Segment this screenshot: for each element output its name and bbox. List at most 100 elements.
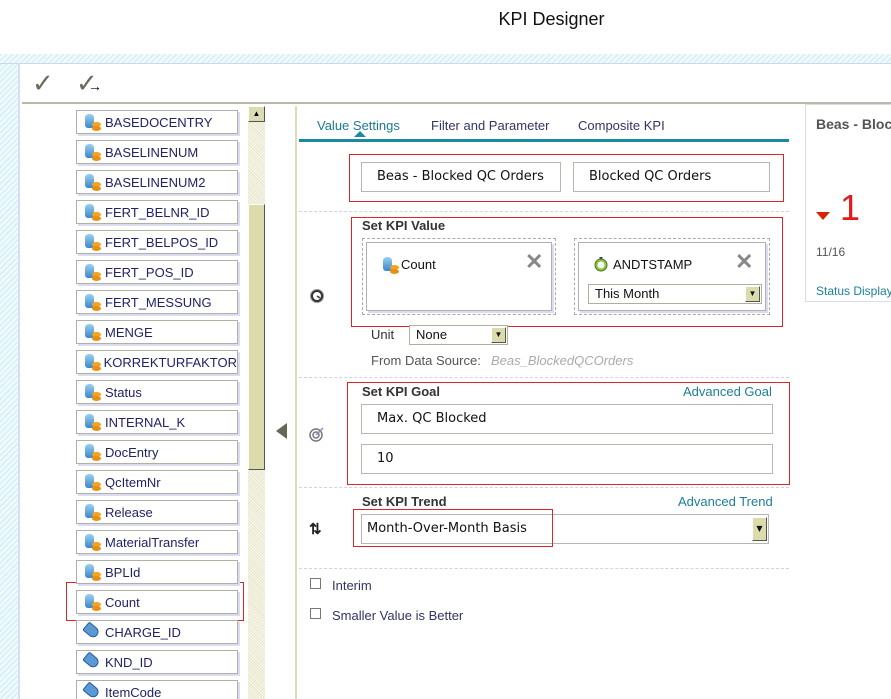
field-label: BASELINENUM2 xyxy=(105,174,206,190)
field-item[interactable]: DocEntry xyxy=(76,440,238,464)
measure-icon xyxy=(83,263,103,281)
measure-icon xyxy=(83,173,103,191)
trend-arrows-icon: ⇅ xyxy=(309,521,322,538)
unit-value: None xyxy=(416,327,448,342)
measure-drop-zone[interactable]: Count ✕ xyxy=(362,238,556,315)
tag-icon xyxy=(82,651,103,671)
measure-icon xyxy=(381,256,401,274)
field-item[interactable]: BPLId xyxy=(76,560,238,584)
field-item[interactable]: FERT_BELPOS_ID xyxy=(76,230,238,254)
field-item[interactable]: BASELINENUM2 xyxy=(76,170,238,194)
field-item[interactable]: MaterialTransfer xyxy=(76,530,238,554)
tag-icon xyxy=(82,621,103,641)
field-item[interactable]: CHARGE_ID xyxy=(76,620,238,644)
unit-label: Unit xyxy=(371,327,395,342)
field-item[interactable]: QcItemNr xyxy=(76,470,238,494)
section-divider xyxy=(299,377,789,378)
field-item[interactable]: FERT_BELNR_ID xyxy=(76,200,238,224)
remove-time-icon[interactable]: ✕ xyxy=(735,249,753,275)
goal-name-input[interactable]: Max. QC Blocked xyxy=(361,404,773,434)
preview-value: 1 xyxy=(840,187,861,228)
interim-checkbox[interactable] xyxy=(310,578,321,589)
interim-label: Interim xyxy=(332,578,372,593)
preview-date: 11/16 xyxy=(816,245,846,259)
field-item[interactable]: FERT_POS_ID xyxy=(76,260,238,284)
measure-name: Count xyxy=(401,257,436,272)
time-period-value: This Month xyxy=(595,286,660,301)
field-item[interactable]: FERT_MESSUNG xyxy=(76,290,238,314)
confirm-button[interactable]: ✓ xyxy=(32,68,54,99)
field-list: BASEDOCENTRY BASELINENUM BASELINENUM2 FERT_… xyxy=(22,106,248,699)
tab-composite-kpi[interactable]: Composite KPI xyxy=(578,118,665,133)
tab-filter-and-parameter[interactable]: Filter and Parameter xyxy=(431,118,550,133)
field-label: Release xyxy=(105,504,153,520)
measure-icon xyxy=(83,593,103,611)
toolbar: ✓ ✓ → xyxy=(22,64,891,104)
advanced-trend-link[interactable]: Advanced Trend xyxy=(678,494,773,509)
time-period-select[interactable]: This Month ▼ xyxy=(588,284,762,304)
field-label: BASEDOCENTRY xyxy=(105,114,213,130)
confirm-and-next-button[interactable]: ✓ → xyxy=(76,68,102,99)
advanced-goal-link[interactable]: Advanced Goal xyxy=(683,384,772,399)
field-label: Count xyxy=(105,594,140,610)
time-drop-zone[interactable]: ANDTSTAMP ✕ This Month ▼ xyxy=(574,238,770,315)
field-item[interactable]: BASELINENUM xyxy=(76,140,238,164)
unit-select[interactable]: None ▼ xyxy=(409,325,508,345)
field-item[interactable]: BASEDOCENTRY xyxy=(76,110,238,134)
measure-icon xyxy=(83,563,103,581)
field-item[interactable]: MENGE xyxy=(76,320,238,344)
field-item[interactable]: ItemCode xyxy=(76,680,238,699)
trend-highlight xyxy=(353,509,553,547)
window-title: KPI Designer xyxy=(498,9,605,29)
preview-title: Beas - Blocked QC Orders xyxy=(816,116,891,132)
scroll-up-button[interactable]: ▲ xyxy=(248,106,265,122)
status-display-link[interactable]: Status Display xyxy=(816,284,891,298)
measure-icon xyxy=(83,353,102,371)
field-label: FERT_BELPOS_ID xyxy=(105,234,219,250)
value-section-label: Set KPI Value xyxy=(362,218,446,233)
target-icon xyxy=(309,427,324,442)
field-item[interactable]: Count xyxy=(76,590,238,614)
goal-value-input[interactable]: 10 xyxy=(361,444,773,474)
field-item[interactable]: Status xyxy=(76,380,238,404)
field-list-scrollbar[interactable]: ▲ xyxy=(248,106,265,699)
measure-icon xyxy=(83,293,103,311)
stopwatch-icon xyxy=(594,257,608,272)
field-item[interactable]: KND_ID xyxy=(76,650,238,674)
field-label: CHARGE_ID xyxy=(105,624,181,640)
field-label: BASELINENUM xyxy=(105,144,199,160)
field-label: MENGE xyxy=(105,324,153,340)
kpi-description-input[interactable]: Blocked QC Orders xyxy=(573,162,770,192)
chevron-down-icon: ▼ xyxy=(745,286,760,302)
section-divider xyxy=(299,211,789,212)
chevron-down-icon: ▼ xyxy=(752,517,767,541)
goal-section-label: Set KPI Goal xyxy=(362,384,441,399)
section-divider xyxy=(299,487,789,488)
field-label: DocEntry xyxy=(105,444,159,460)
time-card: ANDTSTAMP ✕ This Month ▼ xyxy=(578,242,766,311)
time-dimension-name: ANDTSTAMP xyxy=(613,257,693,272)
field-label: FERT_MESSUNG xyxy=(105,294,212,310)
measure-icon xyxy=(83,233,103,251)
collapse-panel-button[interactable] xyxy=(276,423,287,439)
kpi-name-input[interactable]: Beas - Blocked QC Orders xyxy=(361,162,561,192)
measure-card: Count ✕ xyxy=(366,242,552,311)
measure-icon xyxy=(83,443,103,461)
field-item[interactable]: KORREKTURFAKTOR xyxy=(76,350,238,374)
field-label: ItemCode xyxy=(105,684,162,699)
field-label: MaterialTransfer xyxy=(105,534,200,550)
field-item[interactable]: Release xyxy=(76,500,238,524)
measure-icon xyxy=(83,203,103,221)
field-label: QcItemNr xyxy=(105,474,161,490)
field-label: Status xyxy=(105,384,142,400)
chevron-down-icon: ▼ xyxy=(491,327,506,343)
measure-icon xyxy=(83,383,103,401)
smaller-better-checkbox[interactable] xyxy=(310,608,321,619)
trend-down-icon xyxy=(816,212,830,220)
remove-measure-icon[interactable]: ✕ xyxy=(525,249,543,275)
field-item[interactable]: INTERNAL_K xyxy=(76,410,238,434)
kpi-preview-card: Beas - Blocked QC Orders 1 11/16 Status … xyxy=(805,104,891,302)
measure-icon xyxy=(83,413,103,431)
scroll-thumb[interactable] xyxy=(248,204,265,470)
field-label: FERT_BELNR_ID xyxy=(105,204,210,220)
